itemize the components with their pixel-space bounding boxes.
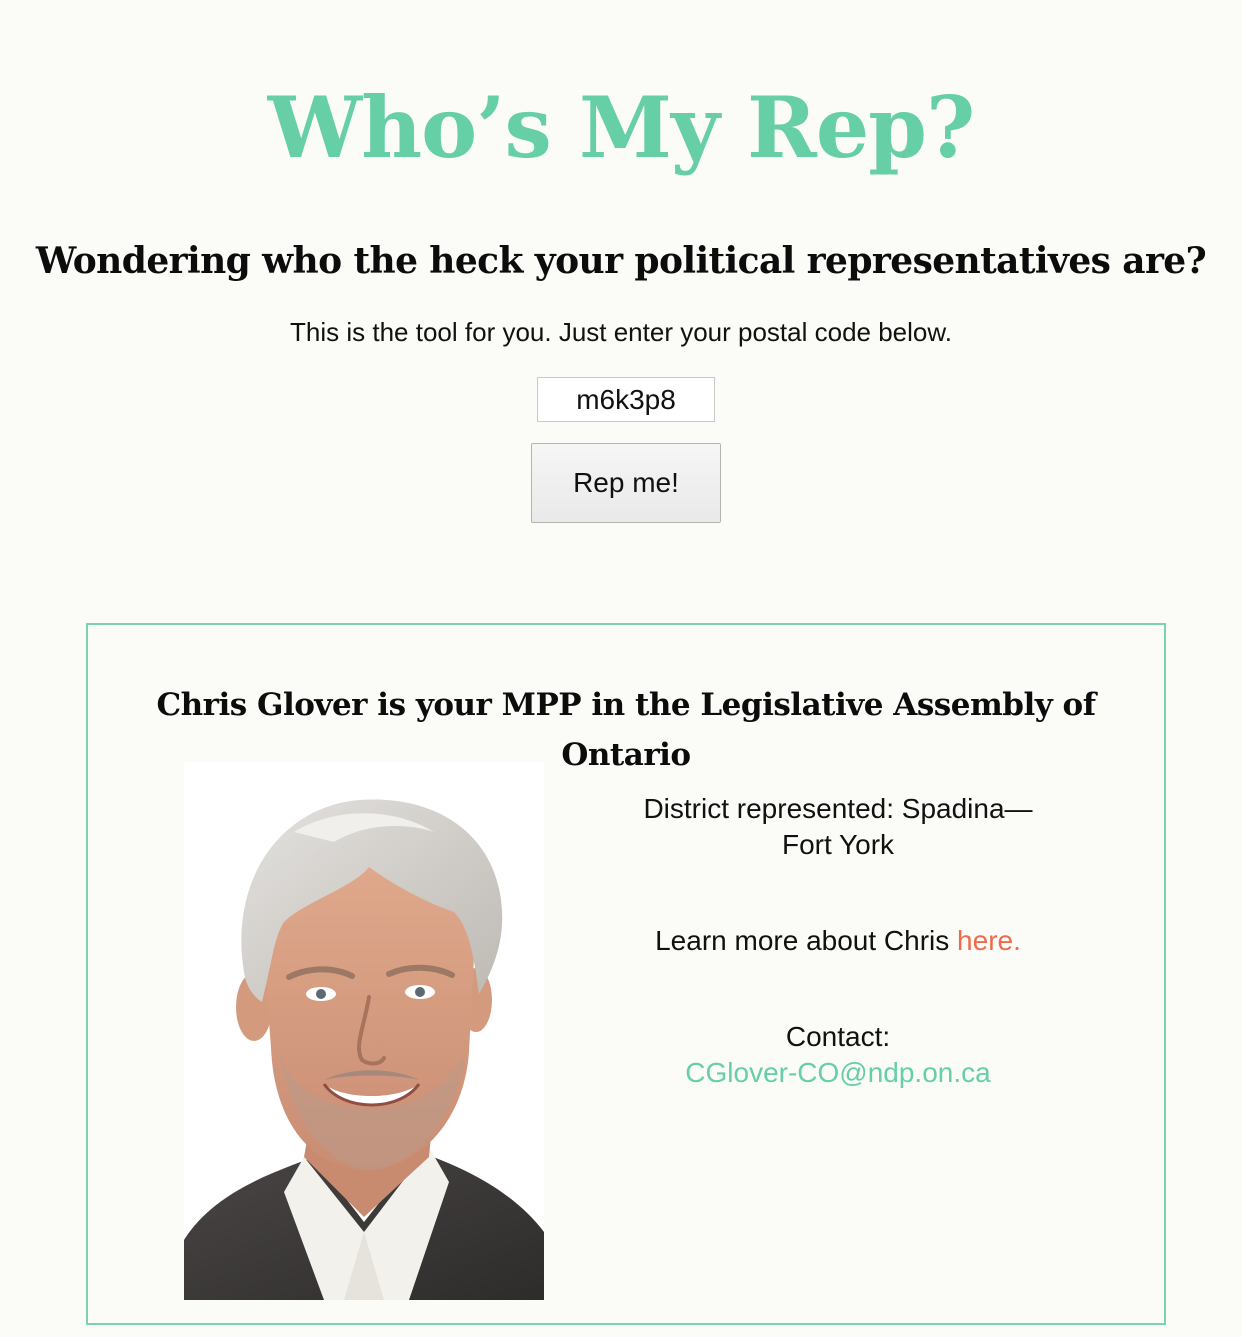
- district-text: District represented: Spadina—Fort York: [643, 793, 1033, 860]
- learn-more-prefix: Learn more about Chris: [655, 925, 958, 956]
- rep-info: District represented: Spadina—Fort York …: [633, 791, 1043, 1091]
- learn-more-link[interactable]: here.: [957, 925, 1021, 956]
- app-title: Who’s My Rep?: [267, 78, 975, 177]
- learn-more-text: Learn more about Chris here.: [633, 923, 1043, 959]
- intro-text: This is the tool for you. Just enter you…: [290, 317, 952, 347]
- page-subtitle: Wondering who the heck your political re…: [35, 240, 1207, 282]
- rep-result-card: Chris Glover is your MPP in the Legislat…: [86, 623, 1166, 1325]
- postal-code-input[interactable]: [537, 377, 715, 422]
- rep-me-button[interactable]: Rep me!: [531, 443, 721, 523]
- rep-photo: [184, 762, 544, 1300]
- contact-email-link[interactable]: CGlover-CO@ndp.on.ca: [633, 1055, 1043, 1091]
- contact-label: Contact:: [785, 1021, 891, 1052]
